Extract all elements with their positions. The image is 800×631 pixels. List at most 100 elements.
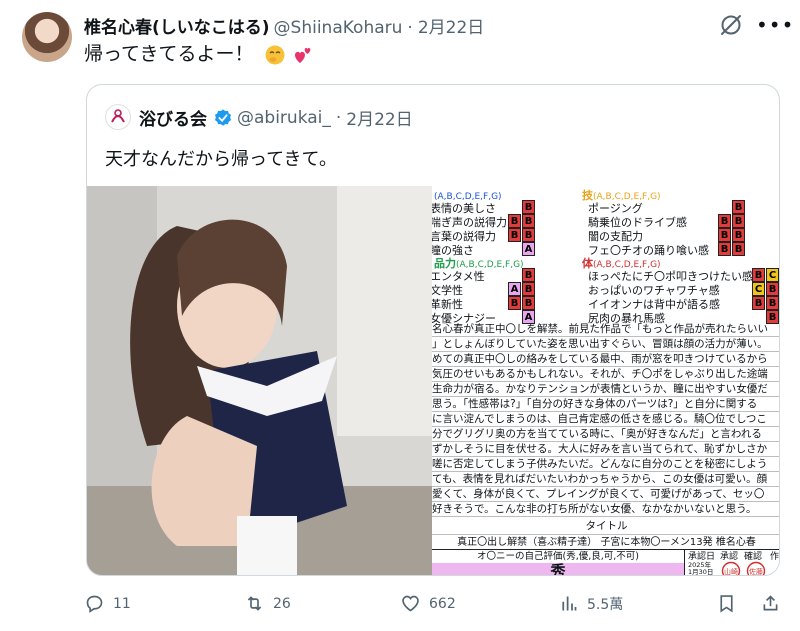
views-count: 5.5萬 [587,596,624,613]
grade-cell: B [766,282,779,296]
right-row-5: ほっぺたにチ〇ポ叩きつけたい感 [588,270,753,283]
review-line: ても、表情を見ればだいたいわかっちゃうから、この女優は可愛い。顔 [432,472,779,487]
right-row-6: おっぱいのワチャワチャ感 [588,284,720,297]
reply-count: 11 [113,595,131,612]
review-line: 思う。「性感帯は?」「自分の好きな身体のパーツは?」と自分に関する [432,397,779,412]
section-title-4: 体 [582,257,593,270]
reply-button[interactable]: 11 [84,593,131,614]
confirm-stamp-icon: 佐藤 [746,561,766,576]
review-line: 気圧のせいもあるかもしれない。それが、チ〇ポをしゃぶり出した途端 [432,367,779,382]
approval-date: 2025年 1月30日 [688,561,714,576]
right-row-1: ポージング [588,202,643,215]
grade-cell: B [522,296,535,310]
like-button[interactable]: 662 [400,593,456,614]
grade-cell: C [752,282,765,296]
grade-cell: B [522,228,535,242]
title-label: タイトル [585,520,628,532]
like-count: 662 [429,595,456,612]
review-line: めての真正中〇しの絡みをしている最中、雨が窓を叩きつけているから [432,352,779,367]
separator-dot: · [407,18,413,38]
section-scale-4: (A,B,C,D,E,F,G) [593,260,661,270]
grade-cell: B [732,242,745,256]
grade-cell: B [732,214,745,228]
grok-icon[interactable] [718,12,744,38]
grade-cell: B [508,296,521,310]
review-line: 」としょんぼりしていた姿を思い出すぐらい、冒頭は顔の活力が薄い。 [432,337,779,352]
review-line: 嗟に否定してしまう子供みたいだ。どんなに自分のことを秘密にしよう [432,457,779,472]
grade-cell: A [508,282,521,296]
right-row-4: フェ〇チオの踊り喰い感 [588,244,709,257]
author-name[interactable]: 椎名心春(しいなこはる) [84,13,270,38]
grade-cell: B [766,296,779,310]
repost-icon [247,596,262,611]
quote-separator-dot: · [335,107,342,128]
left-row-1: 表情の美しさ [432,202,496,215]
right-row-3: 闇の支配力 [588,230,643,243]
verified-badge-icon [215,108,231,126]
approval-stamp-icon: 山崎 [721,561,741,575]
title-value: 真正〇出し解禁（喜ぶ精子達） 子宮に本物〇ーメン13発 椎名心春 [432,534,779,550]
quote-text: 天才なんだから帰ってきて。 [105,149,338,170]
post-date[interactable]: 2月22日 [418,13,484,38]
grade-cell: B [522,268,535,282]
quote-header: 浴びる会 @abirukai_ · 2月22日 [139,105,413,131]
left-row-7: 革新性 [432,298,463,311]
repost-count: 26 [273,595,291,612]
review-line: 分でグリグリ奥の方を当てている時に、「奥が好きなんだ」と言われる [432,427,779,442]
quote-date[interactable]: 2月22日 [346,105,412,130]
grade-cell: C [766,268,779,282]
quoted-post[interactable]: 浴びる会 @abirukai_ · 2月22日 天才なんだから帰ってきて。 (A… [86,84,780,576]
quote-author-avatar[interactable] [105,104,131,130]
grade-cell: B [718,214,731,228]
quote-photo[interactable] [87,186,432,575]
hugging-face-emoji-icon [265,45,285,65]
grade-cell: B [522,214,535,228]
grade-cell: B [732,200,745,214]
grade-cell: B [522,282,535,296]
grade-cell: B [508,214,521,228]
review-text-block: 名心春が真正中〇しを解禁。前見た作品で「もっと作品が売れたらいい 」としょんぼり… [432,322,779,517]
grade-cell: B [522,200,535,214]
heart-icon [402,595,419,612]
action-bar: 11 26 662 5.5萬 [84,593,784,619]
section-title-2: 技 [582,189,593,202]
section-title-3: 品力 [434,257,456,270]
right-row-7: イイオンナは背中が語る感 [588,298,720,311]
review-line: ずかしそうに目を伏せる。大人に好みを言い当てられて、恥ずかしさか [432,442,779,457]
review-line: 名心春が真正中〇しを解禁。前見た作品で「もっと作品が売れたらいい [432,322,779,337]
section-scale-2: (A,B,C,D,E,F,G) [593,192,661,202]
quote-author-handle[interactable]: @abirukai_ [237,108,331,128]
grade-cell: B [752,268,765,282]
bookmark-button[interactable] [716,593,745,614]
grade-cell: B [732,228,745,242]
stamp-text-2: 佐藤 [749,567,763,576]
left-row-3: 言葉の説得力 [432,230,496,243]
left-row-6: 文学性 [432,284,463,297]
share-button[interactable] [760,593,789,614]
left-row-2: 喘ぎ声の説得力 [432,216,507,229]
author-avatar[interactable] [22,12,72,62]
author-handle[interactable]: @ShiinaKoharu [274,18,403,38]
repost-button[interactable]: 26 [244,593,291,614]
post-text-content: 帰ってきてるよー！ [84,43,254,65]
grade-cell: A [522,242,535,256]
left-row-4: 瞳の強さ [432,244,474,257]
reply-icon [86,595,103,613]
views-button[interactable]: 5.5萬 [558,593,623,614]
emoji-group [264,42,314,68]
share-icon [763,595,778,611]
review-sheet[interactable]: (A,B,C,D,E,F,G) 技(A,B,C,D,E,F,G) 表情の美しさ … [432,186,779,576]
photo-illustration [87,186,432,575]
two-hearts-emoji-icon [294,47,310,63]
left-row-5: エンタメ性 [432,270,485,283]
approval-table: 承認日 承認 確認 作 2025年 1月30日 山崎 佐藤 [685,550,779,576]
bookmark-icon [720,595,733,613]
more-options-icon[interactable]: ••• [756,14,793,36]
post-text: 帰ってきてるよー！ [84,41,314,68]
quote-author-name[interactable]: 浴びる会 [139,105,207,130]
review-line: に言い淀んでしまうのは、自己肯定感の低さを感じる。騎〇位でしつこ [432,412,779,427]
views-bar-chart-icon [562,596,577,611]
grade-cell: B [718,228,731,242]
review-line: 愛くて、身体が良くて、プレイングが良くて、可愛げがあって、セッ〇 [432,487,779,502]
section-scale-1: (A,B,C,D,E,F,G) [434,192,502,202]
